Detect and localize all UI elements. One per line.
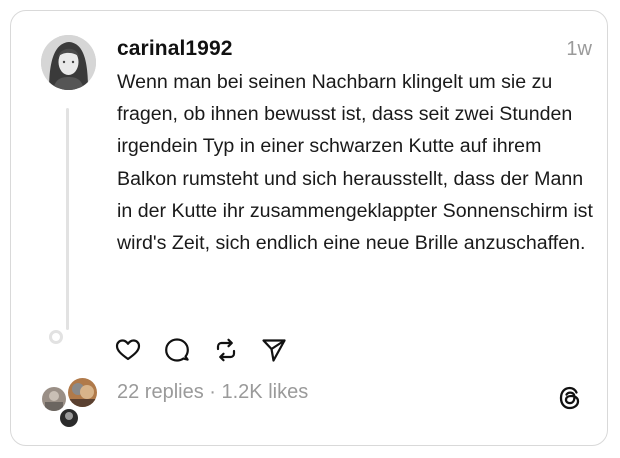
repost-arrows-icon <box>213 337 239 363</box>
author-avatar[interactable] <box>41 35 96 90</box>
thread-end-dot <box>49 330 63 344</box>
replier-avatar-2[interactable] <box>66 376 99 409</box>
comment-bubble-icon <box>164 337 190 363</box>
threads-logo-icon[interactable] <box>557 385 583 411</box>
heart-icon <box>115 337 141 363</box>
like-button[interactable] <box>115 337 141 363</box>
post-text: Wenn man bei seinen Nachbarn klingelt um… <box>117 71 593 255</box>
post-time[interactable]: 1w <box>566 38 592 61</box>
thread-line <box>66 108 69 330</box>
reply-button[interactable] <box>164 337 190 363</box>
post-stats[interactable]: 22 replies · 1.2K likes <box>117 381 308 404</box>
send-paper-plane-icon <box>261 337 287 363</box>
share-button[interactable] <box>261 337 287 363</box>
repost-button[interactable] <box>213 337 239 363</box>
replier-avatar-3[interactable] <box>58 407 80 429</box>
author-username[interactable]: carinal1992 <box>117 37 233 61</box>
